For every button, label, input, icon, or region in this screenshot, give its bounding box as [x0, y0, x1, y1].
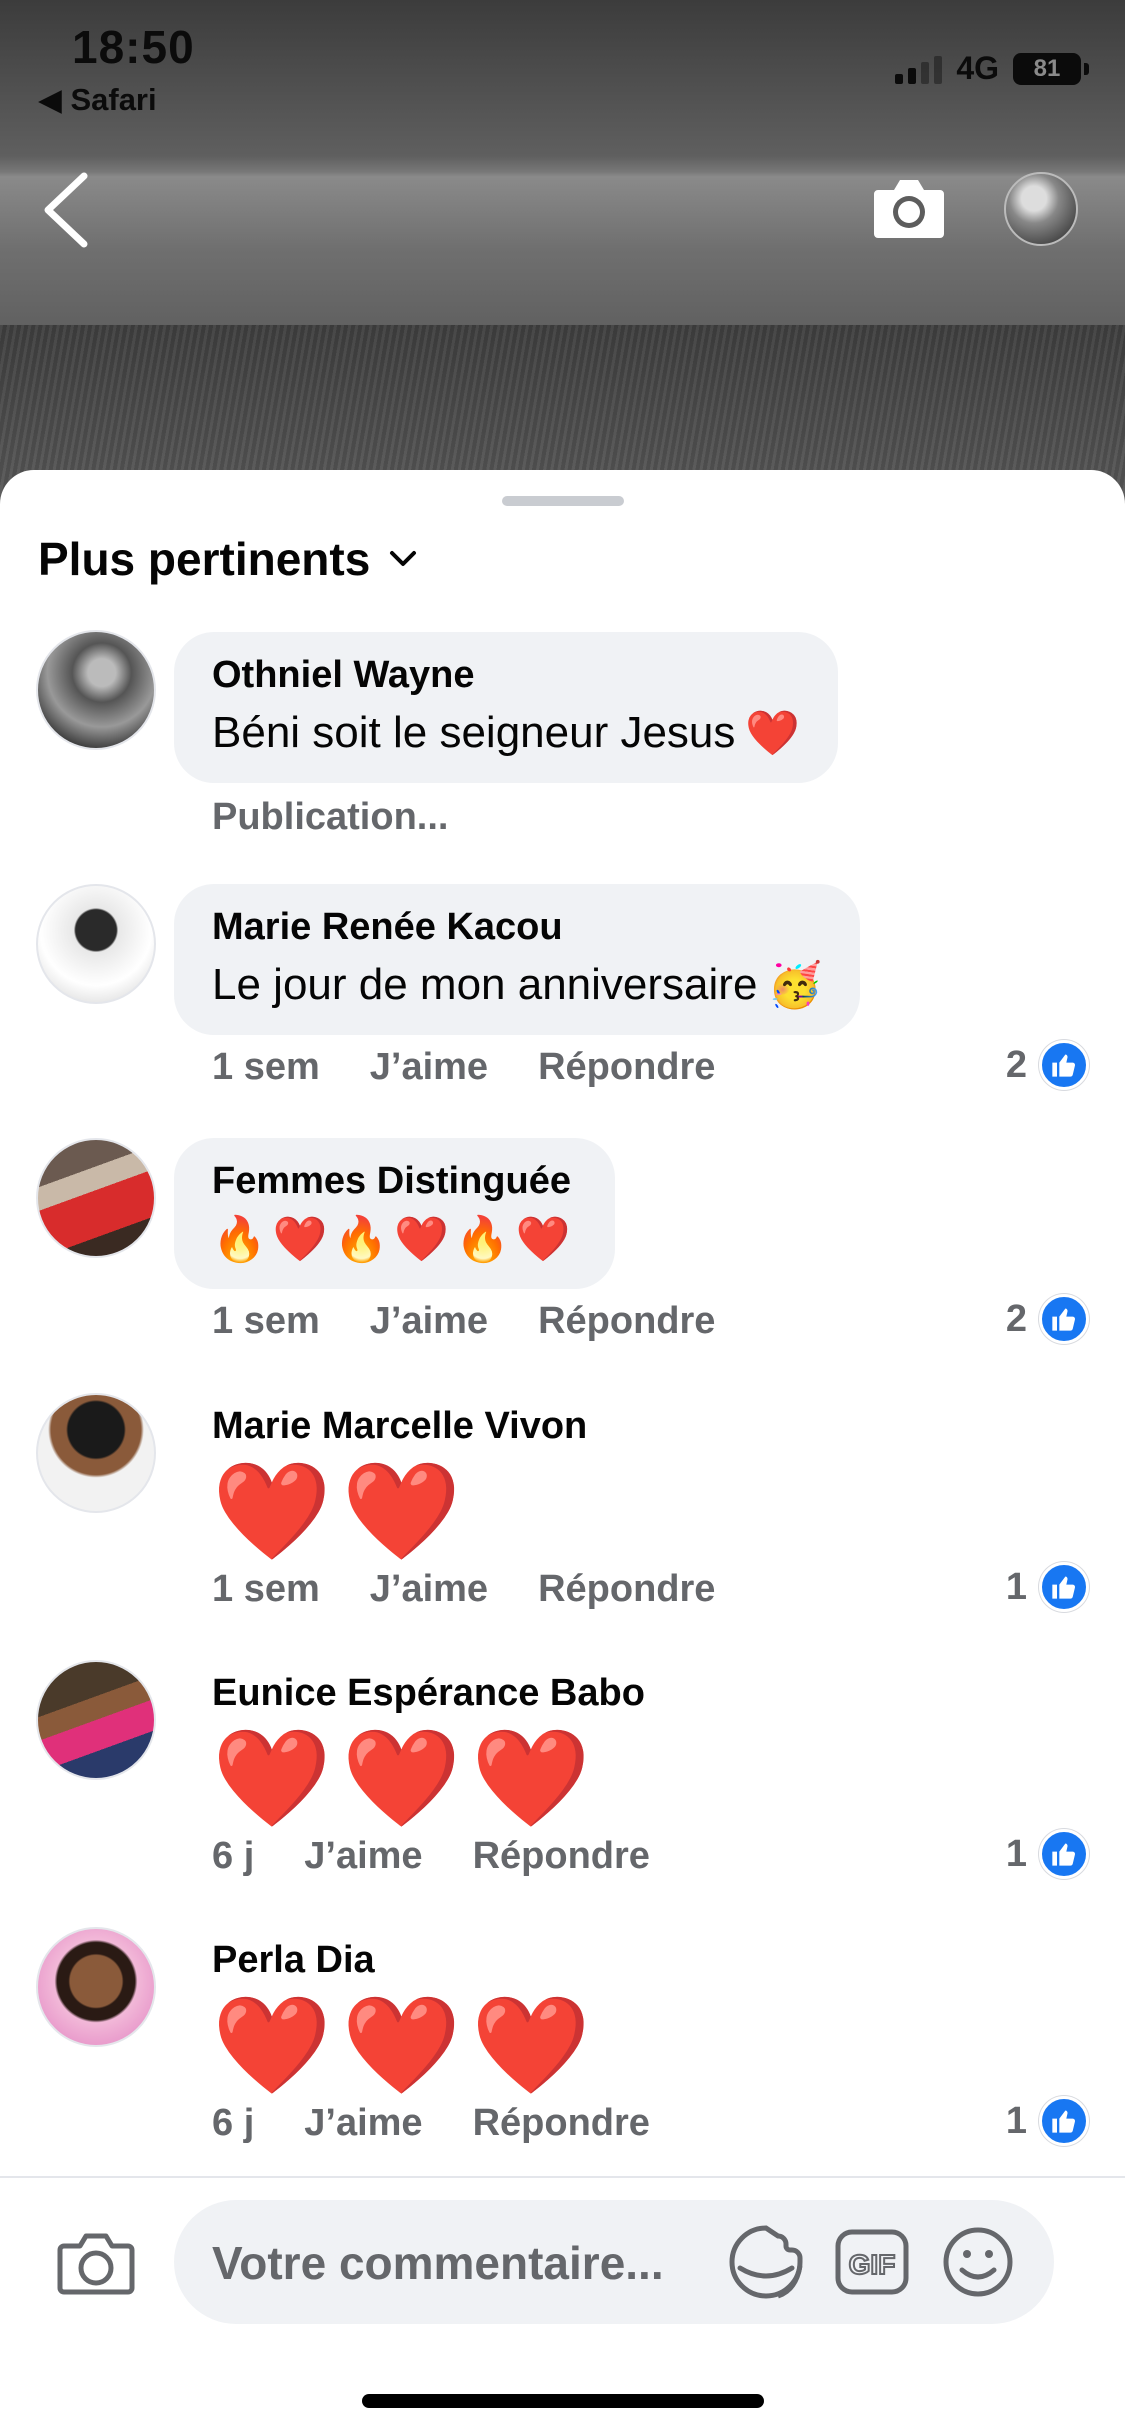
fire-heart-emojis: 🔥❤️🔥❤️🔥❤️ [212, 1215, 577, 1264]
comment-time[interactable]: 6 j [212, 2102, 254, 2145]
signal-icon [895, 54, 943, 84]
camera-icon[interactable] [872, 172, 946, 242]
comment-text-body: Béni soit le seigneur Jesus [212, 708, 736, 757]
camera-icon[interactable] [56, 2226, 136, 2298]
reaction-number: 2 [1005, 1297, 1027, 1340]
back-to-safari-link[interactable]: ◀ Safari [38, 82, 157, 118]
reaction-count[interactable]: 2 [1006, 1294, 1089, 1344]
reaction-number: 1 [1005, 1565, 1027, 1608]
commenter-name[interactable]: Femmes Distinguée [212, 1160, 577, 1203]
like-button[interactable]: J’aime [370, 1300, 488, 1343]
comment-time[interactable]: 6 j [212, 1835, 254, 1878]
gif-label: GIF [849, 2249, 896, 2280]
status-indicators: 4G 81 [895, 50, 1089, 87]
status-time: 18:50 [72, 21, 195, 73]
party-face-emoji: 🥳 [767, 961, 823, 1010]
reaction-count[interactable]: 1 [1006, 2096, 1089, 2146]
sheet-grabber[interactable] [502, 496, 624, 506]
reply-button[interactable]: Répondre [473, 2102, 650, 2145]
comment-content[interactable]: Eunice Espérance Babo ❤️❤️❤️ [212, 1672, 645, 1835]
big-heart-emojis: ❤️❤️ [212, 1458, 472, 1565]
profile-avatar[interactable] [1004, 172, 1078, 246]
like-button[interactable]: J’aime [304, 1835, 422, 1878]
reaction-count[interactable]: 1 [1006, 1829, 1089, 1879]
reply-button[interactable]: Répondre [538, 1568, 715, 1611]
chevron-left-icon[interactable] [40, 170, 100, 250]
reaction-count[interactable]: 1 [1006, 1562, 1089, 1612]
commenter-name[interactable]: Othniel Wayne [212, 654, 800, 697]
avatar[interactable] [36, 1138, 156, 1258]
commenter-name[interactable]: Eunice Espérance Babo [212, 1672, 645, 1715]
publishing-status: Publication... [212, 796, 449, 838]
reaction-number: 1 [1005, 2099, 1027, 2142]
sort-dropdown[interactable]: Plus pertinents [38, 532, 418, 586]
comment-bubble[interactable]: Femmes Distinguée 🔥❤️🔥❤️🔥❤️ [174, 1138, 615, 1289]
comment-time[interactable]: 1 sem [212, 1568, 320, 1611]
commenter-name[interactable]: Perla Dia [212, 1939, 601, 1982]
like-button[interactable]: J’aime [304, 2102, 422, 2145]
comment-placeholder: Votre commentaire... [212, 2237, 664, 2289]
thumbs-up-icon [1039, 1294, 1089, 1344]
home-indicator[interactable] [362, 2394, 764, 2408]
thumbs-up-icon [1039, 1040, 1089, 1090]
sticker-icon[interactable] [726, 2222, 806, 2302]
comment-input[interactable]: Votre commentaire... GIF [174, 2200, 1054, 2324]
avatar[interactable] [36, 1393, 156, 1513]
thumbs-up-icon [1039, 2096, 1089, 2146]
big-heart-emojis: ❤️❤️❤️ [212, 1725, 601, 1832]
comment-actions: 6 j J’aime Répondre [212, 2102, 650, 2145]
like-button[interactable]: J’aime [370, 1046, 488, 1089]
comment-actions: 1 sem J’aime Répondre [212, 1046, 715, 1089]
gif-icon[interactable]: GIF [834, 2228, 910, 2296]
avatar[interactable] [36, 630, 156, 750]
like-button[interactable]: J’aime [370, 1568, 488, 1611]
reaction-count[interactable]: 2 [1006, 1040, 1089, 1090]
comment-text: 🔥❤️🔥❤️🔥❤️ [212, 1213, 577, 1265]
emoji-icon[interactable] [940, 2224, 1016, 2300]
thumbs-up-icon [1039, 1829, 1089, 1879]
avatar[interactable] [36, 1660, 156, 1780]
sort-label: Plus pertinents [38, 533, 371, 585]
comment-text-body: Le jour de mon anniversaire [212, 960, 758, 1009]
heart-emoji: ❤️ [745, 709, 801, 758]
big-heart-emojis: ❤️❤️❤️ [212, 1992, 601, 2099]
reply-button[interactable]: Répondre [473, 1835, 650, 1878]
commenter-name[interactable]: Marie Marcelle Vivon [212, 1405, 587, 1448]
comment-time[interactable]: 1 sem [212, 1046, 320, 1089]
network-type: 4G [956, 50, 999, 86]
reply-button[interactable]: Répondre [538, 1300, 715, 1343]
comment-content[interactable]: Marie Marcelle Vivon ❤️❤️ [212, 1405, 587, 1568]
comment-text: Béni soit le seigneur Jesus ❤️ [212, 707, 800, 759]
battery-icon: 81 [1013, 52, 1089, 85]
avatar[interactable] [36, 1927, 156, 2047]
reply-button[interactable]: Répondre [538, 1046, 715, 1089]
comment-time[interactable]: 1 sem [212, 1300, 320, 1343]
comment-actions: 1 sem J’aime Répondre [212, 1568, 715, 1611]
commenter-name[interactable]: Marie Renée Kacou [212, 906, 822, 949]
battery-level: 81 [1033, 54, 1061, 82]
comment-text: Le jour de mon anniversaire 🥳 [212, 959, 822, 1011]
reaction-number: 1 [1005, 1832, 1027, 1875]
avatar[interactable] [36, 884, 156, 1004]
thumbs-up-icon [1039, 1562, 1089, 1612]
comment-actions: 1 sem J’aime Répondre [212, 1300, 715, 1343]
comment-content[interactable]: Perla Dia ❤️❤️❤️ [212, 1939, 601, 2102]
comment-bubble[interactable]: Marie Renée Kacou Le jour de mon anniver… [174, 884, 861, 1035]
comment-bubble[interactable]: Othniel Wayne Béni soit le seigneur Jesu… [174, 632, 839, 783]
status-bar: 18:50 ◀ Safari 4G 81 [0, 0, 1125, 130]
comment-actions: 6 j J’aime Répondre [212, 1835, 650, 1878]
chevron-down-icon [390, 551, 417, 566]
reaction-number: 2 [1005, 1043, 1027, 1086]
